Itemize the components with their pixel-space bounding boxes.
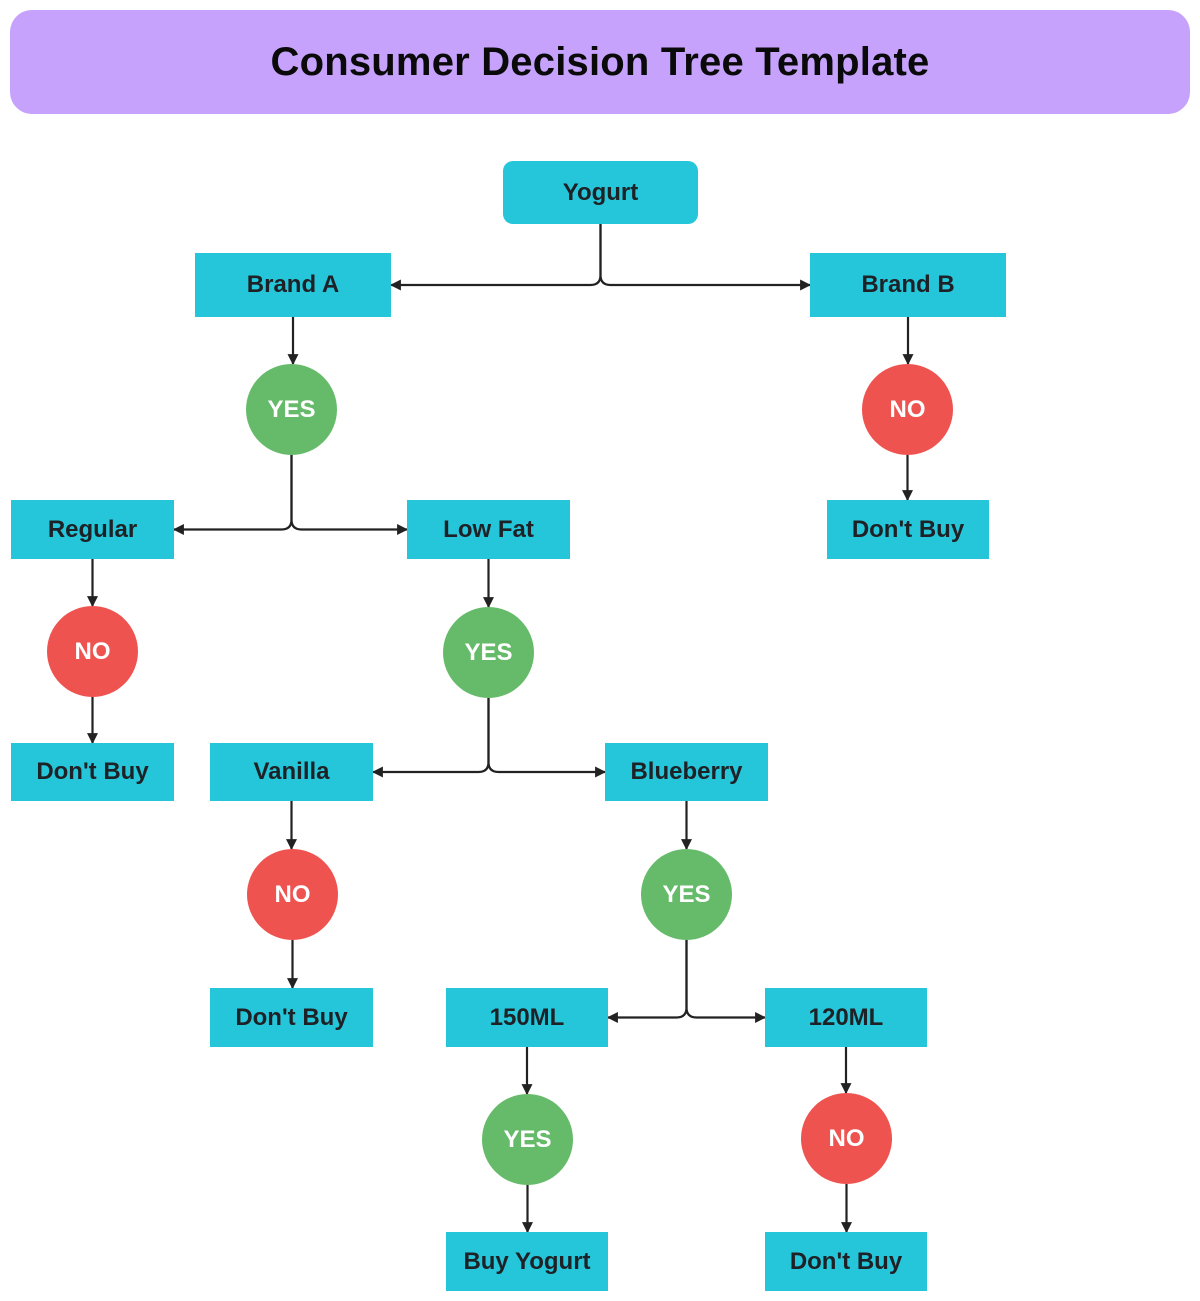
node-ml120: 120ML <box>765 988 927 1047</box>
node-label: 120ML <box>808 1003 884 1031</box>
node-label: Brand A <box>246 271 340 298</box>
node-regular-no: NO <box>47 606 138 697</box>
node-blueberry: Blueberry <box>605 743 768 801</box>
node-regular: Regular <box>11 500 174 559</box>
node-label: Don't Buy <box>36 758 149 785</box>
connector-yogurt-to-brand-b <box>599 224 812 291</box>
node-yogurt: Yogurt <box>503 161 698 224</box>
node-low-fat: Low Fat <box>407 500 570 559</box>
node-brand-b-dont-buy: Don't Buy <box>827 500 989 559</box>
node-ml120-dont-buy: Don't Buy <box>765 1232 927 1291</box>
node-label: 150ML <box>489 1003 565 1031</box>
connector-brand-a-yes-to-regular <box>172 455 293 535</box>
node-label: NO <box>74 637 111 665</box>
connector-low-fat-yes-to-blueberry <box>487 698 607 778</box>
node-low-fat-yes: YES <box>443 607 534 698</box>
node-label: Don't Buy <box>851 515 965 543</box>
connector-low-fat-yes-to-vanilla <box>371 698 490 778</box>
connector-blueberry-yes-to-ml150 <box>606 940 688 1023</box>
node-label: Buy Yogurt <box>463 1247 591 1275</box>
node-label: Yogurt <box>562 178 639 206</box>
connector-blueberry-yes-to-ml120 <box>685 940 767 1023</box>
node-label: YES <box>503 1125 552 1153</box>
node-label: YES <box>267 395 316 423</box>
node-vanilla-dont-buy: Don't Buy <box>210 988 373 1047</box>
node-label: Don't Buy <box>235 1003 348 1031</box>
connector-brand-a-yes-to-low-fat <box>290 455 409 535</box>
node-ml150: 150ML <box>446 988 608 1047</box>
node-vanilla: Vanilla <box>210 743 373 801</box>
node-label: NO <box>889 395 926 423</box>
connector-yogurt-to-brand-a <box>389 224 602 291</box>
node-brand-b-no: NO <box>862 364 953 455</box>
node-label: Blueberry <box>630 758 743 785</box>
node-blueberry-yes: YES <box>641 849 732 940</box>
node-vanilla-no: NO <box>247 849 338 940</box>
node-label: YES <box>662 880 711 908</box>
node-buy-yogurt: Buy Yogurt <box>446 1232 608 1291</box>
node-label: NO <box>274 880 311 908</box>
node-brand-a-yes: YES <box>246 364 337 455</box>
node-brand-a: Brand A <box>195 253 391 317</box>
node-regular-dont-buy: Don't Buy <box>11 743 174 801</box>
node-ml150-yes: YES <box>482 1094 573 1185</box>
node-label: YES <box>464 638 513 666</box>
node-label: Regular <box>47 515 138 543</box>
node-ml120-no: NO <box>801 1093 892 1184</box>
node-label: Low Fat <box>443 515 534 543</box>
node-label: NO <box>828 1124 865 1152</box>
decision-tree-diagram: Yogurt Brand A Brand B YES NO Don't Buy Regula… <box>0 0 1200 1301</box>
node-label: Brand B <box>861 271 955 298</box>
node-label: Vanilla <box>253 758 330 785</box>
node-brand-b: Brand B <box>810 253 1006 317</box>
node-label: Don't Buy <box>789 1247 903 1275</box>
